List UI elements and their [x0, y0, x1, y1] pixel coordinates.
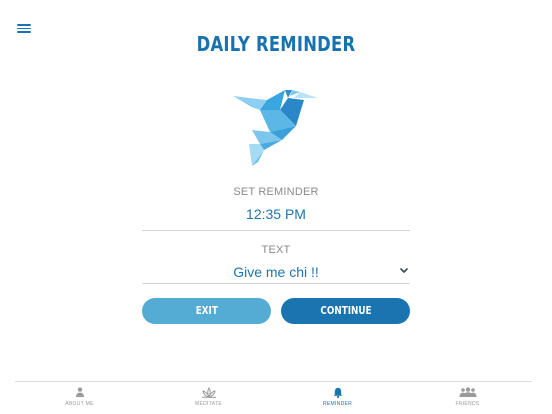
divider — [142, 230, 410, 231]
person-icon — [75, 387, 84, 397]
continue-button[interactable]: CONTINUE — [281, 298, 410, 324]
bell-icon — [333, 387, 342, 398]
origami-bird-icon — [233, 90, 318, 166]
exit-button-label: EXIT — [195, 304, 218, 317]
bottom-tab-bar: ABOUT ME MEDITATE REMINDER FRIENDS — [15, 381, 532, 414]
group-icon — [459, 387, 476, 397]
lotus-icon — [201, 387, 216, 398]
set-reminder-label: SET REMINDER — [233, 186, 319, 198]
continue-button-label: CONTINUE — [319, 304, 372, 317]
tab-meditate[interactable]: MEDITATE — [144, 382, 273, 414]
tab-about-me-label: ABOUT ME — [65, 401, 94, 407]
tab-friends-label: FRIENDS — [455, 401, 480, 407]
text-label: TEXT — [261, 244, 291, 256]
hamburger-menu-icon[interactable] — [17, 24, 31, 34]
divider — [142, 283, 410, 284]
reminder-text-select[interactable]: Give me chi !! — [0, 264, 552, 280]
page-title: DAILY REMINDER — [196, 32, 356, 56]
tab-meditate-label: MEDITATE — [195, 401, 222, 407]
chevron-down-icon[interactable] — [398, 266, 410, 276]
reminder-time-value[interactable]: 12:35 PM — [0, 206, 552, 222]
tab-about-me[interactable]: ABOUT ME — [15, 382, 144, 414]
exit-button[interactable]: EXIT — [142, 298, 271, 324]
tab-friends[interactable]: FRIENDS — [403, 382, 532, 414]
tab-reminder[interactable]: REMINDER — [273, 382, 402, 414]
tab-reminder-label: REMINDER — [322, 401, 353, 407]
